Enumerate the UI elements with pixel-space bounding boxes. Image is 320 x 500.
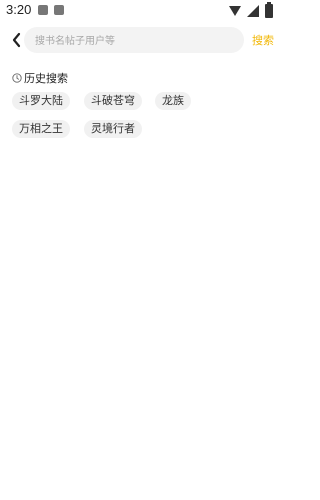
status-time: 3:20 xyxy=(6,2,32,17)
chevron-left-icon xyxy=(12,32,21,48)
search-bar-row: 搜索 xyxy=(0,26,281,55)
clock-icon xyxy=(12,73,22,83)
signal-icon xyxy=(247,5,259,17)
battery-icon xyxy=(265,2,273,18)
history-tag[interactable]: 斗罗大陆 xyxy=(12,92,70,110)
history-tag[interactable]: 万相之王 xyxy=(12,120,70,138)
wifi-icon xyxy=(229,6,241,16)
status-bar: 3:20 xyxy=(0,0,281,22)
search-box xyxy=(24,27,244,55)
history-title: 历史搜索 xyxy=(24,72,68,85)
image-notification-icon xyxy=(38,5,48,15)
history-tag[interactable]: 灵境行者 xyxy=(84,120,142,138)
history-tag[interactable]: 斗破苍穹 xyxy=(84,92,142,110)
history-tag[interactable]: 龙族 xyxy=(155,92,191,110)
search-button[interactable]: 搜索 xyxy=(252,32,274,48)
app-notification-icon xyxy=(54,5,64,15)
history-section-title: 历史搜索 xyxy=(12,70,68,86)
status-icons xyxy=(229,2,273,18)
search-input[interactable] xyxy=(33,27,237,55)
back-button[interactable] xyxy=(6,29,26,51)
